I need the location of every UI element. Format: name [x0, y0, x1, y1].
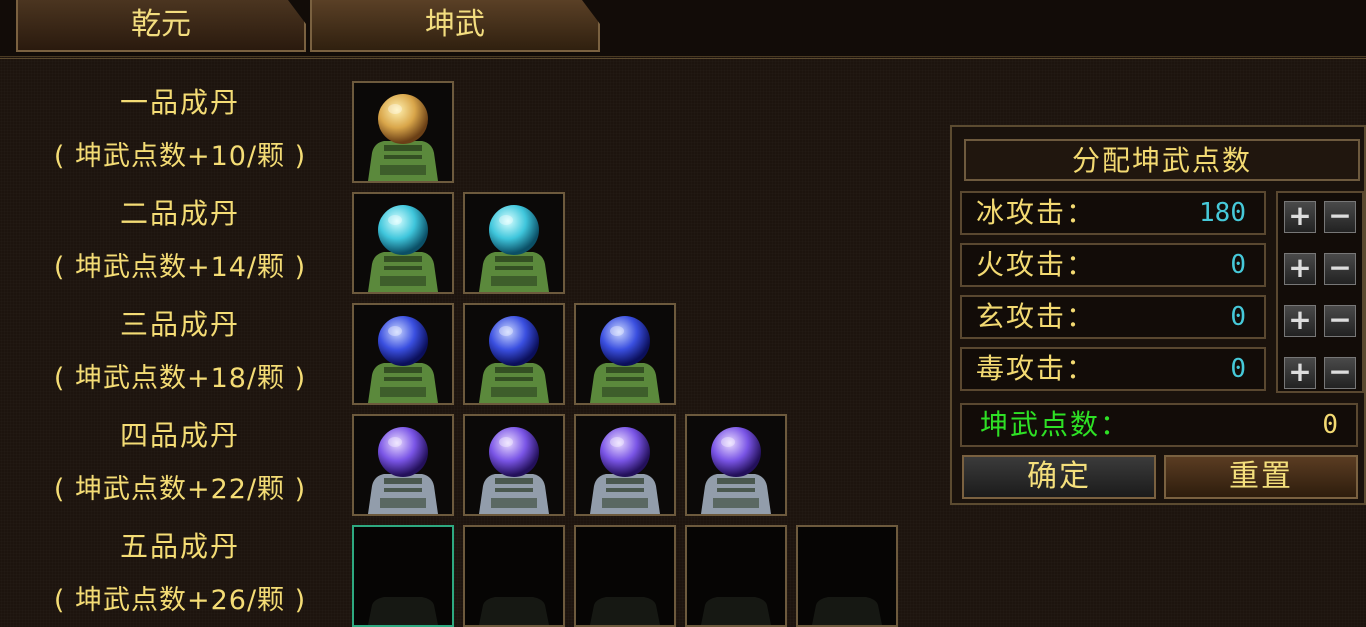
ice-attack-label: 冰攻击： — [976, 196, 1097, 229]
fire-minus-button[interactable]: − — [1324, 253, 1356, 285]
panel-title: 分配坤武点数 — [964, 139, 1360, 181]
pill-orb-icon — [354, 416, 452, 514]
empty-slot-icon — [354, 527, 452, 625]
main-area: 一品成丹 ( 坤武点数+10/颗 ) 二品成丹 ( 坤武点数+14/颗 ) 三品成丹 ( … — [0, 58, 1366, 627]
pill-orb-icon — [576, 305, 674, 403]
pill-slot[interactable] — [463, 192, 565, 294]
ice-plus-button[interactable]: + — [1284, 201, 1316, 233]
pill-orb-icon — [576, 416, 674, 514]
tier-name: 四品成丹 — [119, 419, 240, 452]
fire-attack-row: 火攻击： 0 — [960, 243, 1266, 287]
tier-points: ( 坤武点数+14/颗 ) — [53, 252, 307, 283]
pill-slot[interactable] — [574, 303, 676, 405]
tab-qianyuan[interactable]: 乾元 — [16, 0, 306, 52]
points-label: 坤武点数： — [980, 408, 1131, 441]
pill-slot[interactable] — [463, 525, 565, 627]
allocate-panel: 分配坤武点数 冰攻击： 180 火攻击： 0 玄攻击： 0 毒攻击： 0 + −… — [950, 125, 1366, 505]
pill-orb-icon — [465, 305, 563, 403]
fire-attack-label: 火攻击： — [976, 248, 1097, 281]
empty-slot-icon — [465, 527, 563, 625]
pill-orb-icon — [465, 194, 563, 292]
pill-slot[interactable] — [352, 192, 454, 294]
pill-slot[interactable] — [574, 525, 676, 627]
pill-slot[interactable] — [352, 414, 454, 516]
tier-name: 一品成丹 — [119, 86, 240, 119]
pill-orb-icon — [354, 305, 452, 403]
tab-bar: 乾元 坤武 — [0, 0, 1366, 57]
poison-minus-button[interactable]: − — [1324, 357, 1356, 389]
tier-points: ( 坤武点数+18/颗 ) — [53, 363, 307, 394]
adjust-buttons: + − + − + − + − — [1276, 191, 1364, 393]
pill-slot[interactable] — [352, 525, 454, 627]
mystic-attack-value: 0 — [1230, 302, 1246, 332]
points-row: 坤武点数： 0 — [960, 403, 1358, 447]
tab-kunwu[interactable]: 坤武 — [310, 0, 600, 52]
empty-slot-icon — [687, 527, 785, 625]
empty-slot-icon — [576, 527, 674, 625]
ice-attack-row: 冰攻击： 180 — [960, 191, 1266, 235]
points-value: 0 — [1322, 410, 1338, 440]
tier-name: 二品成丹 — [119, 197, 240, 230]
mystic-plus-button[interactable]: + — [1284, 305, 1316, 337]
pill-slot[interactable] — [352, 81, 454, 183]
pill-slot[interactable] — [463, 414, 565, 516]
pill-orb-icon — [465, 416, 563, 514]
pill-slot[interactable] — [463, 303, 565, 405]
pill-slot[interactable] — [796, 525, 898, 627]
tier-points: ( 坤武点数+10/颗 ) — [53, 141, 307, 172]
mystic-minus-button[interactable]: − — [1324, 305, 1356, 337]
pill-orb-icon — [687, 416, 785, 514]
poison-attack-value: 0 — [1230, 354, 1246, 384]
mystic-attack-label: 玄攻击： — [976, 300, 1097, 333]
pill-slot[interactable] — [352, 303, 454, 405]
fire-plus-button[interactable]: + — [1284, 253, 1316, 285]
fire-attack-value: 0 — [1230, 250, 1246, 280]
tier-name: 三品成丹 — [119, 308, 240, 341]
poison-plus-button[interactable]: + — [1284, 357, 1316, 389]
poison-attack-label: 毒攻击： — [976, 352, 1097, 385]
pill-slot[interactable] — [685, 525, 787, 627]
pill-slot[interactable] — [574, 414, 676, 516]
ice-minus-button[interactable]: − — [1324, 201, 1356, 233]
poison-attack-row: 毒攻击： 0 — [960, 347, 1266, 391]
ice-attack-value: 180 — [1199, 198, 1246, 228]
mystic-attack-row: 玄攻击： 0 — [960, 295, 1266, 339]
pill-slot[interactable] — [685, 414, 787, 516]
tier-name: 五品成丹 — [119, 530, 240, 563]
pill-orb-icon — [354, 194, 452, 292]
empty-slot-icon — [798, 527, 896, 625]
tier-points: ( 坤武点数+26/颗 ) — [53, 585, 307, 616]
reset-button[interactable]: 重置 — [1164, 455, 1358, 499]
confirm-button[interactable]: 确定 — [962, 455, 1156, 499]
tier-points: ( 坤武点数+22/颗 ) — [53, 474, 307, 505]
pill-orb-icon — [354, 83, 452, 181]
